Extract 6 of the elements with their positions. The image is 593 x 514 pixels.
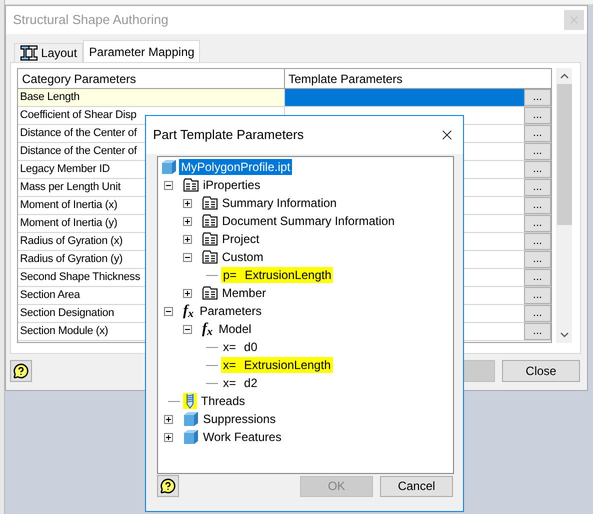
dialog-title: Part Template Parameters: [153, 126, 304, 144]
parameter-icon: x=: [221, 339, 240, 355]
window-title: Structural Shape Authoring: [13, 11, 168, 30]
function-icon: f$_{x}$: [183, 304, 196, 318]
function-icon: f$_{x}$: [202, 322, 215, 336]
parameter-icon: x=: [221, 375, 240, 391]
